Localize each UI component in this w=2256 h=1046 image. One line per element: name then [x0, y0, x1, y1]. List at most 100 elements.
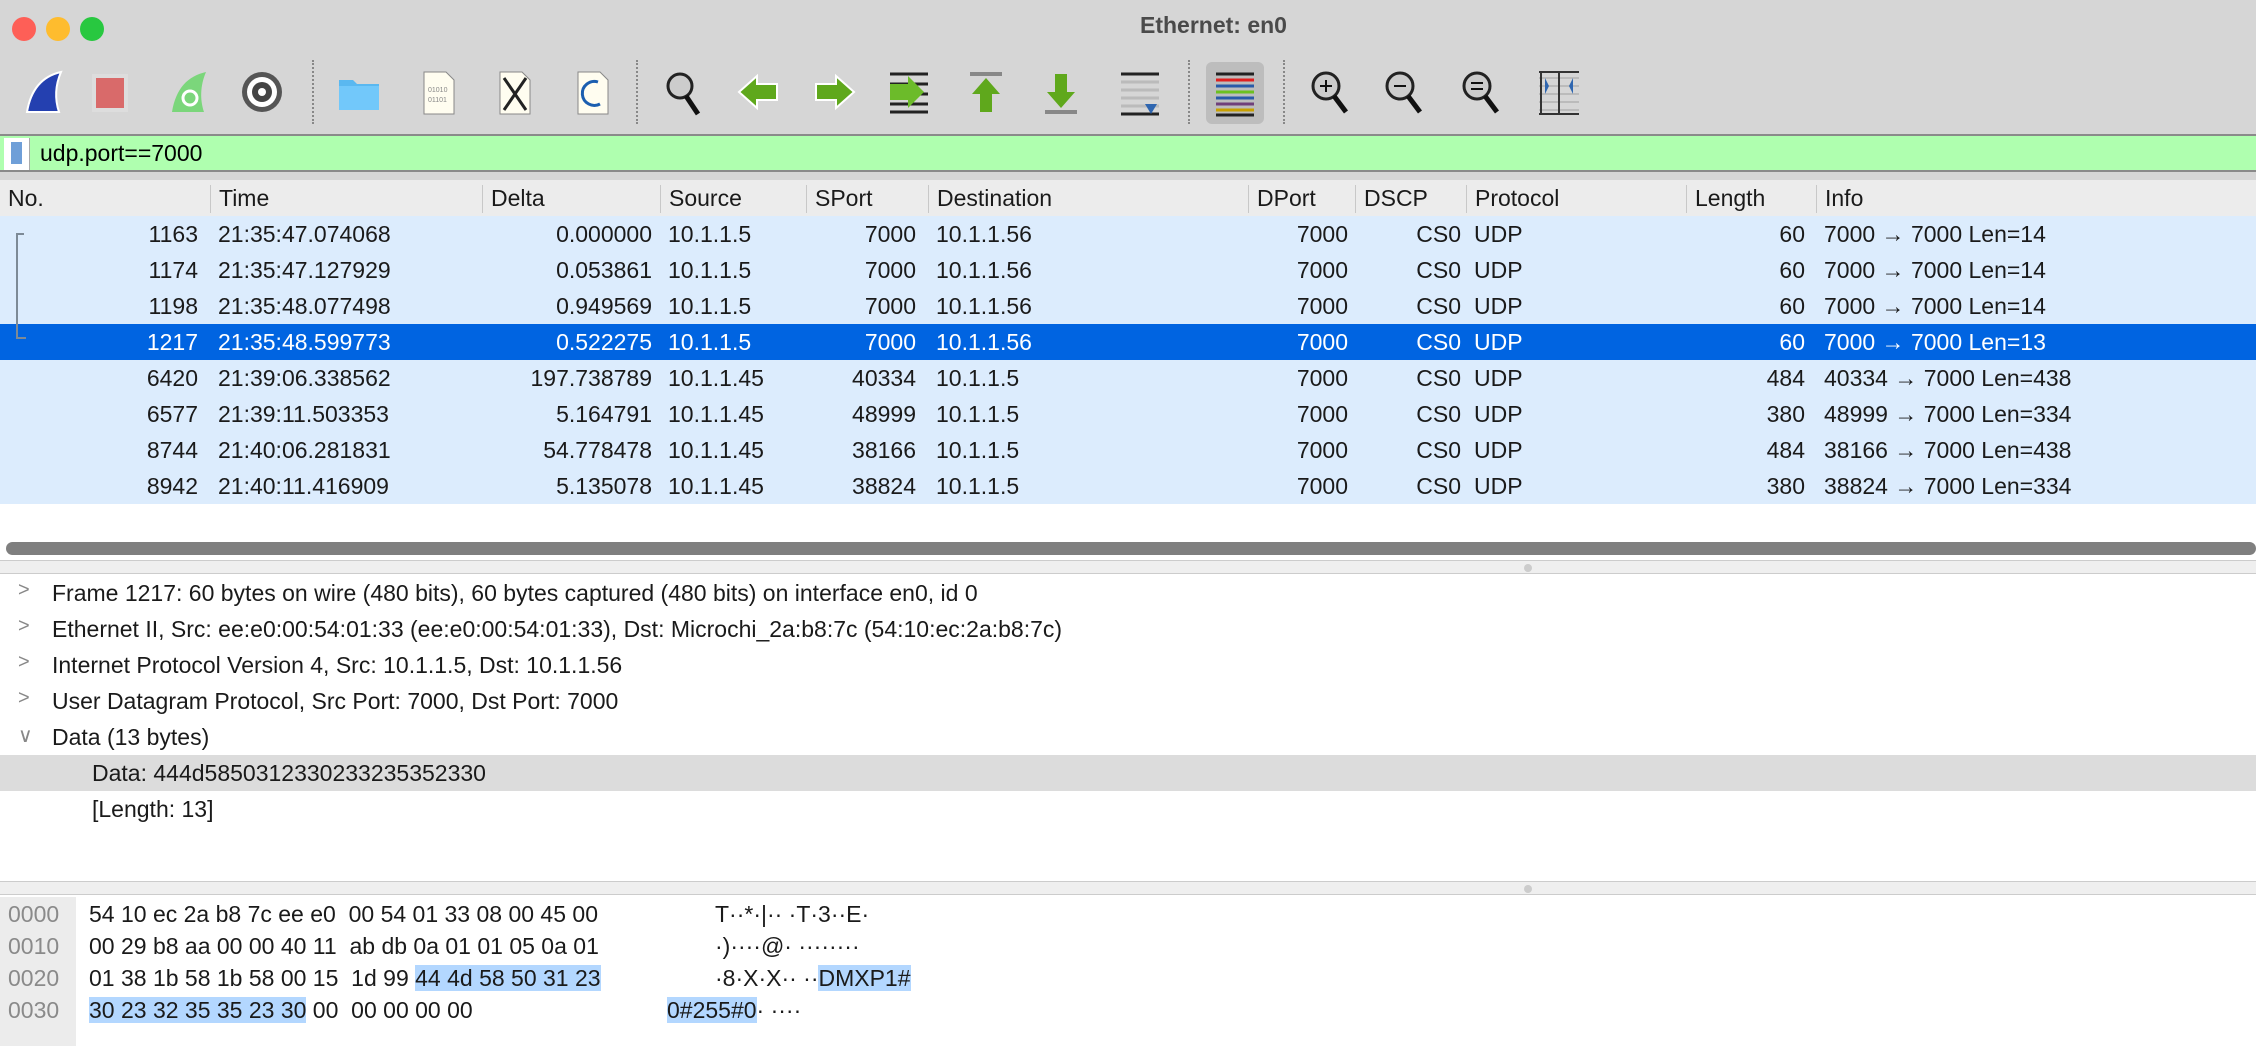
reload-file-button[interactable]	[564, 62, 622, 124]
find-packet-button[interactable]	[656, 62, 714, 124]
cell-source: 10.1.1.45	[668, 401, 764, 427]
cell-time: 21:39:11.503353	[218, 401, 389, 427]
first-packet-button[interactable]	[958, 62, 1016, 124]
save-file-icon: 01010 01101	[423, 71, 455, 115]
detail-tree-item[interactable]: ∨ Data (13 bytes)	[0, 719, 2256, 755]
ascii-text: ·8·X·X·· ··	[715, 965, 819, 991]
packet-row[interactable]: 6577 21:39:11.503353 5.164791 10.1.1.45 4899…	[0, 396, 2256, 432]
column-header[interactable]: DSCP	[1355, 185, 1428, 213]
save-file-button[interactable]: 01010 01101	[410, 62, 468, 124]
hex-bytes[interactable]: 00 29 b8 aa 00 00 40 11 ab db 0a 01 01 0…	[89, 933, 599, 960]
cell-dscp: CS0	[1416, 293, 1461, 319]
go-to-packet-button[interactable]	[880, 62, 938, 124]
hex-bytes-text: 00 29 b8 aa 00 00 40 11 ab db 0a 01 01 0…	[89, 933, 599, 959]
column-header[interactable]: Destination	[928, 185, 1052, 213]
hex-offset: 0000	[8, 901, 60, 927]
cell-source: 10.1.1.45	[668, 437, 764, 463]
cell-dscp: CS0	[1416, 221, 1461, 247]
chevron-right-icon[interactable]: >	[18, 579, 30, 602]
cell-time: 21:35:47.127929	[218, 257, 391, 283]
cell-delta: 0.000000	[556, 221, 652, 247]
detail-tree-item[interactable]: Data: 444d5850312330233235352330	[0, 755, 2256, 791]
packet-row[interactable]: 8744 21:40:06.281831 54.778478 10.1.1.45 381…	[0, 432, 2256, 468]
hex-bytes[interactable]: 30 23 32 35 35 23 30 00 00 00 00 00	[89, 997, 473, 1024]
cell-protocol: UDP	[1474, 473, 1523, 499]
packet-row[interactable]: 6420 21:39:06.338562 197.738789 10.1.1.45 40…	[0, 360, 2256, 396]
cell-no: 8744	[146, 437, 198, 463]
column-header[interactable]: DPort	[1248, 185, 1316, 213]
zoom-out-button[interactable]	[1378, 62, 1436, 124]
normal-size-button[interactable]	[1455, 62, 1513, 124]
packet-list-header: No. Time Delta Source SPort Destination DPort D…	[0, 180, 2256, 216]
pane-splitter[interactable]	[0, 881, 2256, 895]
detail-tree-item[interactable]: > Frame 1217: 60 bytes on wire (480 bits)…	[0, 575, 2256, 611]
start-capture-button[interactable]	[17, 62, 75, 124]
detail-tree-item[interactable]: > Internet Protocol Version 4, Src: 10.1.…	[0, 647, 2256, 683]
go-forward-button[interactable]	[806, 62, 864, 124]
cell-info: 7000 → 7000 Len=14	[1824, 257, 2046, 283]
cell-dport: 7000	[1296, 329, 1348, 355]
cell-sport: 38824	[852, 473, 916, 499]
packet-row[interactable]: 8942 21:40:11.416909 5.135078 10.1.1.45 3882…	[0, 468, 2256, 504]
column-header[interactable]: No.	[0, 185, 44, 213]
packet-row[interactable]: 1174 21:35:47.127929 0.053861 10.1.1.5 7000 1…	[0, 252, 2256, 288]
auto-scroll-icon	[1121, 72, 1159, 116]
hex-bytes[interactable]: 01 38 1b 58 1b 58 00 15 1d 99 44 4d 58 5…	[89, 965, 601, 992]
packet-row[interactable]: 1217 21:35:48.599773 0.522275 10.1.1.5 7000 1…	[0, 324, 2256, 360]
horizontal-scrollbar[interactable]	[6, 542, 2256, 555]
go-back-button[interactable]	[731, 62, 789, 124]
cell-time: 21:39:06.338562	[218, 365, 391, 391]
bookmark-icon[interactable]	[4, 138, 30, 170]
ascii-bytes[interactable]: T··*·|·· ·T·3··E·	[715, 901, 869, 928]
chevron-down-icon[interactable]: ∨	[18, 723, 33, 748]
cell-protocol: UDP	[1474, 329, 1523, 355]
chevron-right-icon[interactable]: >	[18, 651, 30, 674]
colorize-button[interactable]	[1206, 62, 1264, 124]
ascii-bytes[interactable]: 0#255#0· ····	[667, 997, 801, 1024]
cell-sport: 48999	[852, 401, 916, 427]
chevron-right-icon[interactable]: >	[18, 687, 30, 710]
open-file-button[interactable]	[331, 62, 389, 124]
ascii-bytes[interactable]: ·)····@· ········	[715, 933, 860, 960]
zoom-out-icon	[1385, 71, 1422, 114]
chevron-right-icon[interactable]: >	[18, 615, 30, 638]
column-header[interactable]: Source	[660, 185, 742, 213]
column-header[interactable]: Info	[1816, 185, 1863, 213]
column-header[interactable]: Time	[210, 185, 269, 213]
display-filter-input[interactable]	[40, 136, 2240, 170]
packet-row[interactable]: 1163 21:35:47.074068 0.000000 10.1.1.5 7000 1…	[0, 216, 2256, 252]
column-header[interactable]: SPort	[806, 185, 873, 213]
cell-destination: 10.1.1.5	[936, 365, 1020, 391]
detail-tree-item[interactable]: > Ethernet II, Src: ee:e0:00:54:01:33 (ee…	[0, 611, 2256, 647]
auto-scroll-button[interactable]	[1111, 62, 1169, 124]
go-forward-icon	[815, 73, 856, 111]
hex-bytes-text: 54 10 ec 2a b8 7c ee e0 00 54 01 33 08 0…	[89, 901, 598, 927]
hex-offset: 0020	[8, 965, 60, 991]
hex-bytes[interactable]: 54 10 ec 2a b8 7c ee e0 00 54 01 33 08 0…	[89, 901, 598, 928]
cell-length: 60	[1779, 329, 1805, 355]
pane-splitter[interactable]	[0, 560, 2256, 574]
column-header[interactable]: Length	[1686, 185, 1765, 213]
cell-info: 7000 → 7000 Len=14	[1824, 293, 2046, 319]
cell-sport: 7000	[864, 221, 916, 247]
cell-protocol: UDP	[1474, 257, 1523, 283]
last-packet-button[interactable]	[1033, 62, 1091, 124]
cell-dport: 7000	[1296, 221, 1348, 247]
cell-source: 10.1.1.45	[668, 473, 764, 499]
detail-tree-item[interactable]: [Length: 13]	[0, 791, 2256, 827]
ascii-bytes[interactable]: ·8·X·X·· ··DMXP1#	[715, 965, 911, 992]
cell-sport: 7000	[864, 293, 916, 319]
zoom-in-button[interactable]	[1304, 62, 1362, 124]
resize-columns-button[interactable]	[1531, 62, 1589, 124]
stop-capture-button[interactable]	[82, 62, 140, 124]
toolbar-separator	[1188, 60, 1190, 124]
close-file-button[interactable]	[486, 62, 544, 124]
restart-capture-button[interactable]	[162, 62, 220, 124]
column-header[interactable]: Protocol	[1466, 185, 1559, 213]
cell-delta: 0.053861	[556, 257, 652, 283]
detail-text: Internet Protocol Version 4, Src: 10.1.1…	[52, 652, 623, 678]
column-header[interactable]: Delta	[482, 185, 545, 213]
capture-options-button[interactable]	[234, 62, 292, 124]
packet-row[interactable]: 1198 21:35:48.077498 0.949569 10.1.1.5 7000 1…	[0, 288, 2256, 324]
detail-tree-item[interactable]: > User Datagram Protocol, Src Port: 7000,…	[0, 683, 2256, 719]
